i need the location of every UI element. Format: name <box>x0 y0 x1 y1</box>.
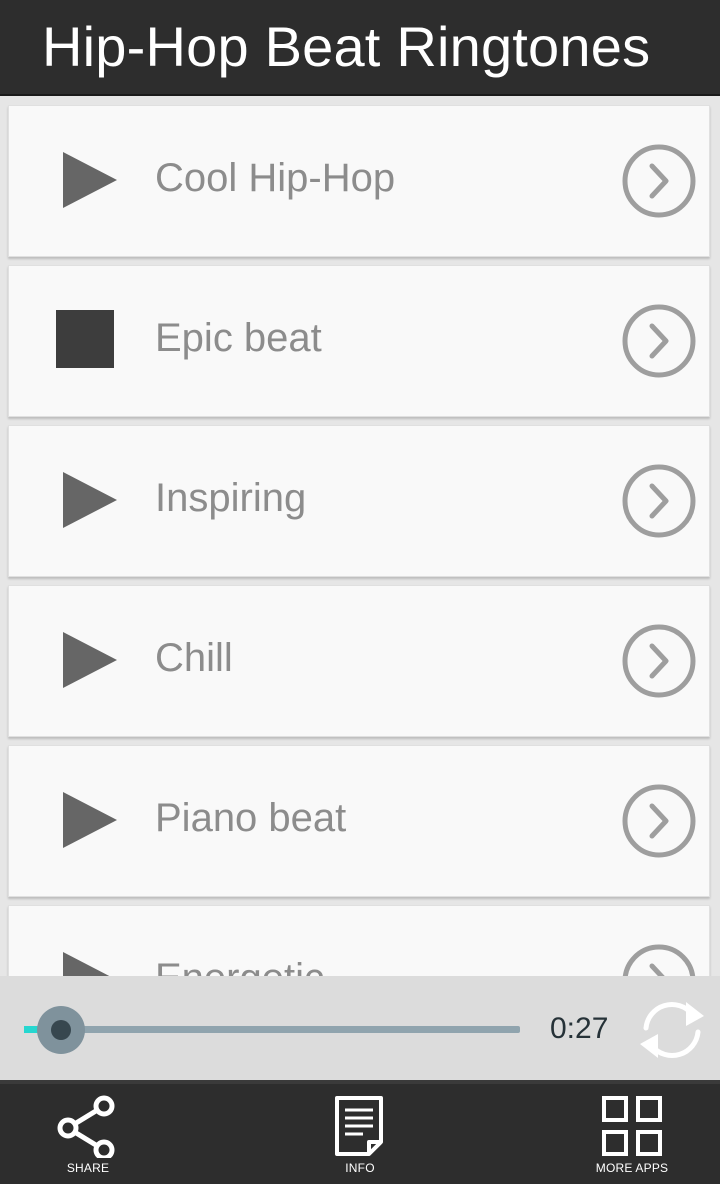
ringtone-row[interactable]: Cool Hip-Hop <box>8 105 710 257</box>
chevron-right-icon[interactable] <box>622 464 696 538</box>
share-icon <box>57 1095 115 1158</box>
ringtone-label: Epic beat <box>155 316 322 360</box>
title-fade <box>650 0 720 94</box>
seek-thumb[interactable] <box>37 1006 85 1054</box>
ringtone-label: Cool Hip-Hop <box>155 156 396 200</box>
info-label: INFO <box>345 1161 375 1175</box>
more-apps-button[interactable]: MORE APPS <box>572 1090 692 1184</box>
stop-icon[interactable] <box>55 308 119 372</box>
grid-icon <box>602 1096 662 1156</box>
repeat-icon[interactable] <box>634 998 710 1062</box>
play-icon[interactable] <box>55 948 119 976</box>
info-button[interactable]: INFO <box>300 1090 420 1184</box>
app-title-bar: Hip-Hop Beat Ringtones <box>0 0 720 96</box>
ringtone-label: Chill <box>155 636 233 680</box>
ringtone-list[interactable]: Cool Hip-Hop Epic beat Inspiring Chill P… <box>0 96 720 976</box>
info-document-icon <box>335 1096 383 1156</box>
more-apps-label: MORE APPS <box>595 1161 669 1175</box>
chevron-right-icon[interactable] <box>622 944 696 976</box>
ringtone-row[interactable]: Piano beat <box>8 745 710 897</box>
ringtone-row[interactable]: Chill <box>8 585 710 737</box>
chevron-right-icon[interactable] <box>622 304 696 378</box>
chevron-right-icon[interactable] <box>622 144 696 218</box>
ringtone-label: Energetic <box>155 956 324 976</box>
ringtone-row[interactable]: Inspiring <box>8 425 710 577</box>
chevron-right-icon[interactable] <box>622 784 696 858</box>
ringtone-label: Inspiring <box>155 476 307 520</box>
app-title: Hip-Hop Beat Ringtones <box>42 15 651 78</box>
share-label: SHARE <box>66 1161 110 1175</box>
play-icon[interactable] <box>55 628 119 692</box>
ringtone-row[interactable]: Epic beat <box>8 265 710 417</box>
play-icon[interactable] <box>55 148 119 212</box>
ringtone-row[interactable]: Energetic <box>8 905 710 976</box>
play-icon[interactable] <box>55 468 119 532</box>
seek-track[interactable] <box>24 1026 520 1033</box>
ringtone-label: Piano beat <box>155 796 347 840</box>
playback-time: 0:27 <box>550 1012 609 1045</box>
play-icon[interactable] <box>55 788 119 852</box>
share-button[interactable]: SHARE <box>28 1090 148 1184</box>
seek-progress <box>24 1026 38 1033</box>
chevron-right-icon[interactable] <box>622 624 696 698</box>
